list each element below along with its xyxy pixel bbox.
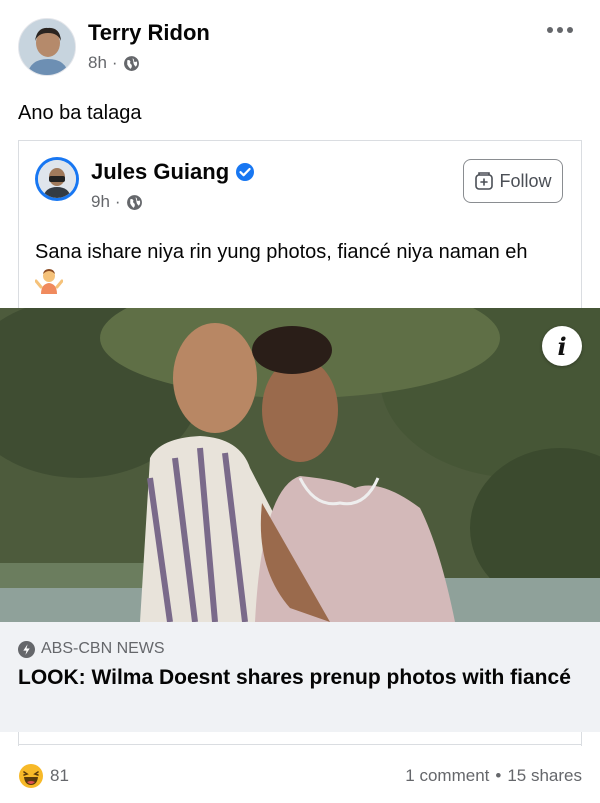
- globe-icon: [123, 55, 139, 71]
- post-header: Terry Ridon 8h ·: [18, 18, 582, 78]
- divider: [18, 744, 582, 745]
- shrug-emoji-icon: [35, 269, 63, 294]
- more-horizontal-icon[interactable]: [546, 22, 574, 38]
- globe-icon: [126, 194, 142, 210]
- link-preview-info[interactable]: ABS-CBN NEWS LOOK: Wilma Doesnt shares p…: [0, 622, 600, 732]
- post-meta: 8h ·: [88, 53, 140, 73]
- shared-author-name[interactable]: Jules Guiang: [91, 159, 255, 185]
- post-text: Ano ba talaga: [18, 102, 142, 124]
- follow-plus-icon: [475, 172, 494, 190]
- link-source-label: ABS-CBN NEWS: [41, 640, 165, 657]
- link-preview-image[interactable]: i: [0, 308, 600, 622]
- avatar[interactable]: [18, 18, 76, 76]
- post-time[interactable]: 8h: [88, 53, 107, 73]
- stats-separator: •: [495, 766, 502, 785]
- shared-meta: 9h ·: [91, 192, 143, 212]
- abs-cbn-source-icon: [18, 640, 35, 658]
- follow-button[interactable]: Follow: [463, 159, 563, 203]
- link-title[interactable]: LOOK: Wilma Doesnt shares prenup photos …: [18, 664, 578, 692]
- haha-reaction-icon: [19, 764, 43, 788]
- post-stats: 1 comment • 15 shares: [405, 766, 582, 786]
- shared-author-label[interactable]: Jules Guiang: [91, 159, 229, 185]
- link-source: ABS-CBN NEWS: [18, 640, 165, 658]
- shared-text: Sana ishare niya rin yung photos, fiancé…: [35, 237, 555, 298]
- verified-badge-icon: [236, 163, 255, 181]
- shared-text-body: Sana ishare niya rin yung photos, fiancé…: [35, 241, 528, 263]
- comment-count[interactable]: 1 comment: [405, 766, 489, 786]
- reactions-summary[interactable]: 81: [18, 763, 69, 789]
- meta-separator: ·: [111, 53, 118, 72]
- share-count[interactable]: 15 shares: [507, 766, 582, 786]
- reaction-count: 81: [50, 766, 69, 785]
- facebook-post: Terry Ridon 8h · Ano ba talaga Jules Gui…: [0, 0, 600, 803]
- author-name[interactable]: Terry Ridon: [88, 20, 210, 46]
- couple-photo: [0, 308, 600, 622]
- follow-label: Follow: [499, 170, 552, 191]
- shared-time[interactable]: 9h: [91, 192, 110, 212]
- shared-meta-separator: ·: [114, 192, 121, 211]
- shared-avatar[interactable]: [35, 157, 79, 201]
- info-icon[interactable]: i: [542, 326, 582, 366]
